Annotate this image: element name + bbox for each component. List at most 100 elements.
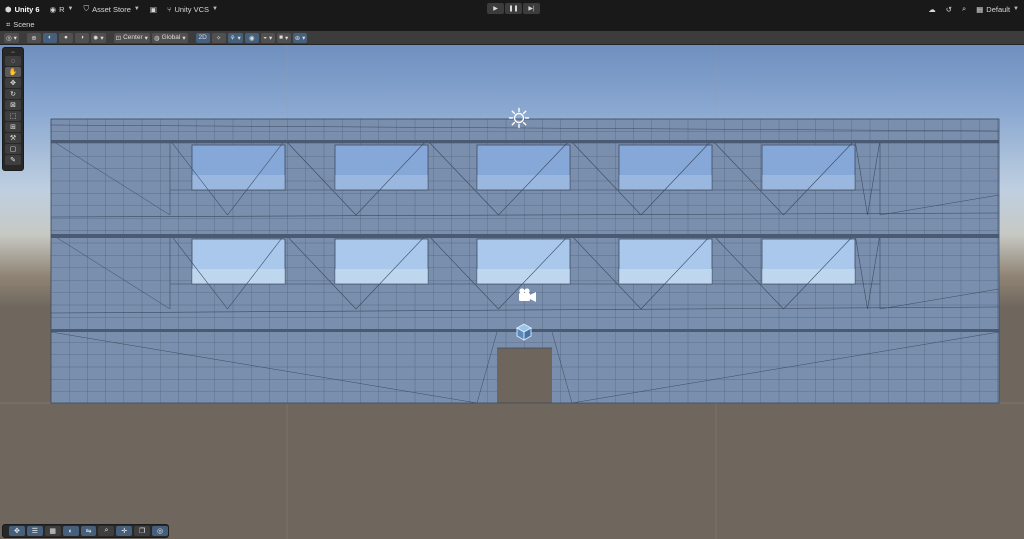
- editor-tool-icon: ✎: [10, 157, 16, 164]
- tab-scene-label: Scene: [13, 20, 35, 29]
- globe-icon: ⊕: [31, 34, 37, 42]
- orbit-icon: ◐: [68, 527, 73, 535]
- account-button[interactable]: ◉ R ▼: [45, 0, 79, 18]
- search-icon: ⌕: [961, 4, 967, 13]
- play-button[interactable]: ▶: [487, 3, 504, 14]
- tab-scene[interactable]: ⌗ Scene: [0, 18, 41, 31]
- chevron-down-icon: ▼: [67, 6, 74, 12]
- transform-tool-button[interactable]: ⊞: [5, 122, 21, 132]
- audio-dropdown[interactable]: ⚘ ▾: [227, 32, 243, 43]
- hand-tool-button[interactable]: ✋: [5, 67, 21, 77]
- space-dropdown[interactable]: ◍ Global ▾: [151, 32, 188, 43]
- wireframe-button[interactable]: ⊕: [26, 32, 41, 43]
- mode-2d-label: 2D: [198, 34, 207, 41]
- pause-button[interactable]: ❚❚: [505, 3, 522, 14]
- mode-2d-toggle[interactable]: 2D: [195, 32, 210, 43]
- chevron-down-icon: ▾: [302, 34, 306, 42]
- lit-icon: ◑: [79, 34, 84, 41]
- history-button[interactable]: ↺: [941, 0, 957, 18]
- gizmo-icon: ⊛: [294, 34, 301, 42]
- rect-tool-button[interactable]: ⬚: [5, 111, 21, 121]
- layout-dropdown[interactable]: ▦ Default ▼: [971, 0, 1024, 18]
- render-mode-dropdown[interactable]: ◒ ▾: [260, 32, 275, 43]
- transform-icon: ⊞: [10, 124, 16, 131]
- snap-icon: ☰: [31, 528, 38, 535]
- shaded-wireframe-button[interactable]: ◐: [42, 32, 57, 43]
- layout-label: Default: [986, 4, 1011, 14]
- search-button[interactable]: ⌕: [957, 0, 971, 18]
- pivot-label: Center: [123, 34, 143, 41]
- pivot-dropdown[interactable]: ⊡ Center ▾: [113, 32, 150, 43]
- move-tool-button[interactable]: ✥: [5, 78, 21, 88]
- vcs-icon: ⑂: [166, 4, 172, 14]
- step-button[interactable]: ▶|: [523, 3, 540, 14]
- overlay-grip-icon[interactable]: ═: [5, 50, 21, 56]
- lit-button[interactable]: ◑: [74, 32, 89, 43]
- cloud-icon: ☁: [928, 4, 936, 14]
- camera-body: [519, 293, 530, 301]
- move-icon: ✥: [14, 528, 20, 535]
- navigate-overlay-button[interactable]: ⇋: [80, 526, 97, 536]
- door-opening[interactable]: [497, 348, 552, 403]
- vcs-label: Unity VCS: [174, 4, 210, 14]
- scene-canvas[interactable]: [0, 45, 1024, 539]
- camera-reel: [524, 288, 530, 294]
- navigate-icon: ⇋: [85, 528, 92, 535]
- game-object-gizmo-icon[interactable]: [516, 323, 532, 341]
- snap-overlay-button[interactable]: ☰: [26, 526, 43, 536]
- move-overlay-button[interactable]: ✥: [9, 526, 25, 536]
- chevron-down-icon: ▾: [269, 34, 273, 42]
- asset-store-label: Asset Store: [92, 4, 131, 14]
- pan-overlay-button[interactable]: ✛: [116, 526, 133, 536]
- chevron-down-icon: ▾: [144, 34, 148, 42]
- window-reflection: [192, 269, 285, 284]
- app-name: Unity 6: [14, 4, 40, 14]
- tool-handle-dropdown[interactable]: ◎ ▾: [4, 32, 19, 43]
- zoom-overlay-button[interactable]: ⌕: [98, 526, 115, 536]
- grid-overlay-button[interactable]: ▦: [44, 526, 61, 536]
- account-icon: ◉: [49, 4, 57, 14]
- shaded-button[interactable]: ●: [58, 32, 73, 43]
- gizmos-dropdown[interactable]: ⊛ ▾: [292, 32, 308, 43]
- editor-tool-button[interactable]: ✎: [5, 155, 21, 165]
- scene-view[interactable]: [0, 45, 1024, 539]
- tools-overlay: ═ ◌ ✋ ✥ ↻ ⊠ ⬚ ⊞ ⚒ ▢ ✎: [2, 47, 24, 171]
- package-manager-button[interactable]: ▣: [145, 0, 162, 18]
- window-reflection: [477, 269, 570, 284]
- camera-icon: ■: [279, 34, 284, 41]
- building-mesh[interactable]: [50, 118, 1000, 404]
- sun-light-gizmo-icon[interactable]: [508, 107, 530, 129]
- component-tool-button[interactable]: ▢: [5, 144, 21, 154]
- custom-tool-button[interactable]: ⚒: [5, 133, 21, 143]
- lighting-toggle[interactable]: ✧: [211, 32, 226, 43]
- play-controls: ▶ ❚❚ ▶|: [487, 3, 540, 14]
- layout-icon: ▦: [976, 4, 984, 14]
- layers-overlay-button[interactable]: ❐: [134, 526, 151, 536]
- view-tool-button[interactable]: ◌: [5, 56, 21, 66]
- vcs-button[interactable]: ⑂ Unity VCS ▼: [162, 0, 223, 18]
- chevron-down-icon: ▼: [212, 6, 218, 12]
- hand-icon: ✋: [8, 69, 18, 76]
- rotate-tool-button[interactable]: ↻: [5, 89, 21, 99]
- unity-menu[interactable]: ⬢ Unity 6: [0, 0, 45, 18]
- gizmo-overlay-button[interactable]: ◎: [152, 526, 169, 536]
- camera-dropdown[interactable]: ■ ▾: [276, 32, 291, 43]
- bottom-overlay-toolbar: ✥ ☰ ▦ ◐ ⇋ ⌕ ✛ ❐ ◎: [2, 524, 169, 538]
- effects-dropdown[interactable]: ✹ ▾: [90, 32, 106, 43]
- eye-icon: ◉: [248, 34, 255, 42]
- visibility-button[interactable]: ◉: [244, 32, 259, 43]
- custom-tool-icon: ⚒: [9, 135, 17, 142]
- move-icon: ✥: [10, 80, 16, 87]
- window-reflection: [477, 175, 570, 190]
- sun-ray: [511, 110, 516, 115]
- scale-tool-button[interactable]: ⊠: [5, 100, 21, 110]
- tab-bar: ⌗ Scene: [0, 18, 1024, 31]
- toolbar-right: ☁ ↺ ⌕ ▦ Default ▼: [923, 0, 1024, 18]
- chevron-down-icon: ▾: [13, 34, 17, 42]
- cloud-button[interactable]: ☁: [923, 0, 941, 18]
- account-label: R: [59, 4, 65, 14]
- layers-icon: ◒: [263, 34, 268, 41]
- orbit-overlay-button[interactable]: ◐: [62, 526, 79, 536]
- chevron-down-icon: ▾: [285, 34, 289, 42]
- asset-store-button[interactable]: ⛉ Asset Store ▼: [79, 0, 145, 18]
